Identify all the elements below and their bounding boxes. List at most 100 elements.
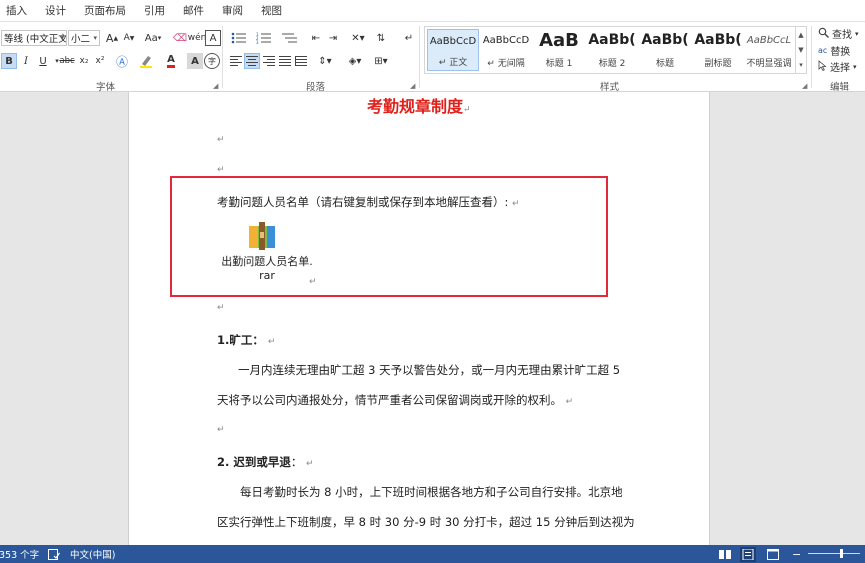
strikethrough-label: abc: [59, 56, 75, 66]
grow-font-label: A: [105, 31, 114, 45]
align-left-icon[interactable]: [228, 53, 244, 69]
search-icon: [818, 27, 829, 41]
enclose-char-icon[interactable]: 字: [204, 53, 220, 69]
style-sample: AaBbCcD: [429, 36, 477, 47]
distributed-icon[interactable]: [293, 53, 309, 69]
style-no-spacing[interactable]: AaBbCcD ↵ 无间隔: [480, 29, 532, 71]
style-title[interactable]: AaBb( 标题: [639, 29, 691, 71]
word-count[interactable]: 353 个字: [0, 547, 39, 561]
style-heading-1[interactable]: AaB 标题 1: [533, 29, 585, 71]
subscript-button[interactable]: x₂: [76, 53, 92, 69]
select-button[interactable]: 选择 ▾: [818, 59, 857, 74]
font-color-button[interactable]: A: [163, 53, 179, 69]
paragraph-mark: ↵: [217, 303, 225, 313]
section1-heading-text: 1.旷工：: [217, 333, 264, 347]
find-button[interactable]: 查找 ▾: [818, 26, 859, 41]
attachment-file-name[interactable]: 出勤问题人员名单. rar: [217, 255, 317, 283]
font-group-label: 字体: [96, 82, 116, 93]
styles-dialog-launcher-icon[interactable]: ◢: [802, 82, 807, 90]
language-indicator[interactable]: 中文(中国): [70, 547, 115, 561]
proofing-icon[interactable]: [48, 548, 60, 560]
font-name-combo[interactable]: 等线 (中文正文 ▾: [1, 30, 67, 46]
line-spacing-icon[interactable]: ⇕▾: [314, 53, 336, 69]
bold-button[interactable]: B: [1, 53, 17, 69]
tab-view[interactable]: 视图: [252, 3, 291, 18]
tab-references[interactable]: 引用: [135, 3, 174, 18]
zoom-out-button[interactable]: −: [792, 548, 801, 561]
highlight-icon[interactable]: [138, 53, 154, 69]
attachment-intro-line: 考勤问题人员名单（请右键复制或保存到本地解压查看）: ↵: [217, 194, 520, 210]
phonetic-guide-icon[interactable]: wén: [188, 30, 207, 46]
char-border-icon[interactable]: A: [205, 30, 221, 46]
chevron-down-icon[interactable]: ▼: [798, 46, 803, 54]
numbering-icon[interactable]: 123: [253, 30, 275, 46]
font-name-value: 等线 (中文正文: [4, 34, 67, 45]
paragraph-mark: ↵: [512, 199, 520, 209]
text-effects-icon[interactable]: Ⓐ: [114, 53, 130, 69]
rar-archive-icon[interactable]: [247, 222, 277, 250]
chinese-layout-icon[interactable]: ✕▾: [347, 30, 369, 46]
bullets-icon[interactable]: [228, 30, 250, 46]
clear-format-icon[interactable]: ⌫: [172, 30, 188, 46]
borders-icon[interactable]: ⊞▾: [370, 53, 392, 69]
document-page[interactable]: 考勤规章制度↵ ↵ ↵ 考勤问题人员名单（请右键复制或保存到本地解压查看）: ↵…: [128, 92, 710, 545]
justify-icon[interactable]: [277, 53, 293, 69]
tab-design[interactable]: 设计: [36, 3, 75, 18]
show-marks-icon[interactable]: ↵: [401, 30, 417, 46]
read-mode-icon[interactable]: [719, 549, 731, 560]
shrink-font-button[interactable]: A ▼: [121, 30, 137, 46]
web-layout-icon[interactable]: [767, 548, 779, 560]
section1-heading: 1.旷工： ↵: [217, 332, 275, 348]
zoom-slider-track[interactable]: [808, 553, 860, 554]
file-name-line2: rar: [259, 269, 275, 282]
style-sample: AaBb(: [641, 32, 689, 48]
tab-mailings[interactable]: 邮件: [174, 3, 213, 18]
font-size-combo[interactable]: 小二 ▾: [68, 30, 100, 46]
change-case-button[interactable]: Aa ▾: [141, 30, 165, 46]
increase-indent-icon[interactable]: ⇥: [325, 30, 341, 46]
font-dialog-launcher-icon[interactable]: ◢: [213, 82, 218, 90]
font-color-label: A: [167, 54, 175, 68]
document-title: 考勤规章制度↵: [367, 93, 471, 117]
document-area: 考勤规章制度↵ ↵ ↵ 考勤问题人员名单（请右键复制或保存到本地解压查看）: ↵…: [0, 92, 865, 545]
svg-text:3: 3: [256, 40, 259, 44]
style-name: 标题: [655, 59, 674, 69]
strikethrough-button[interactable]: abc: [58, 53, 76, 69]
shading-icon[interactable]: ◈▾: [344, 53, 366, 69]
sort-icon[interactable]: ⇅: [373, 30, 389, 46]
zoom-slider-thumb[interactable]: [840, 549, 843, 558]
decrease-indent-icon[interactable]: ⇤: [308, 30, 324, 46]
tab-review[interactable]: 审阅: [213, 3, 252, 18]
italic-label: I: [24, 55, 28, 67]
grow-font-button[interactable]: A ▲: [104, 30, 120, 46]
align-center-icon[interactable]: [244, 53, 260, 69]
paragraph-mark: ↵: [217, 425, 225, 435]
paragraph-dialog-launcher-icon[interactable]: ◢: [410, 82, 415, 90]
underline-label: U: [39, 55, 47, 67]
section1-line1: 一月内连续无理由旷工超 3 天予以警告处分，或一月内无理由累计旷工超 5: [238, 363, 621, 377]
italic-button[interactable]: I: [18, 53, 34, 69]
style-name: ↵ 正文: [438, 58, 468, 68]
style-normal[interactable]: AaBbCcD ↵ 正文: [427, 29, 479, 71]
tab-layout[interactable]: 页面布局: [75, 3, 135, 18]
replace-button[interactable]: ac 替换: [818, 43, 850, 58]
chevron-up-icon[interactable]: ▲: [798, 31, 803, 39]
style-subtitle[interactable]: AaBb( 副标题: [692, 29, 744, 71]
style-subtle-emphasis[interactable]: AaBbCcL 不明显强调: [743, 29, 795, 71]
char-shading-icon[interactable]: A: [187, 53, 203, 69]
more-styles-icon[interactable]: ▾: [799, 61, 803, 69]
chevron-down-icon: ▾: [855, 29, 859, 38]
print-layout-icon[interactable]: [740, 546, 756, 562]
tab-insert[interactable]: 插入: [0, 3, 36, 18]
multilevel-list-icon[interactable]: [279, 30, 301, 46]
gallery-scrollbar[interactable]: ▲ ▼ ▾: [795, 27, 806, 73]
paragraph-mark: ↵: [463, 105, 471, 115]
paragraph-mark: ↵: [565, 397, 574, 407]
superscript-button[interactable]: x²: [92, 53, 108, 69]
chevron-down-icon: ▾: [60, 34, 64, 42]
style-name: 标题 1: [545, 59, 573, 69]
style-sample: AaBbCcL: [746, 35, 792, 46]
style-heading-2[interactable]: AaBb( 标题 2: [586, 29, 638, 71]
group-separator: [811, 26, 812, 88]
align-right-icon[interactable]: [261, 53, 277, 69]
